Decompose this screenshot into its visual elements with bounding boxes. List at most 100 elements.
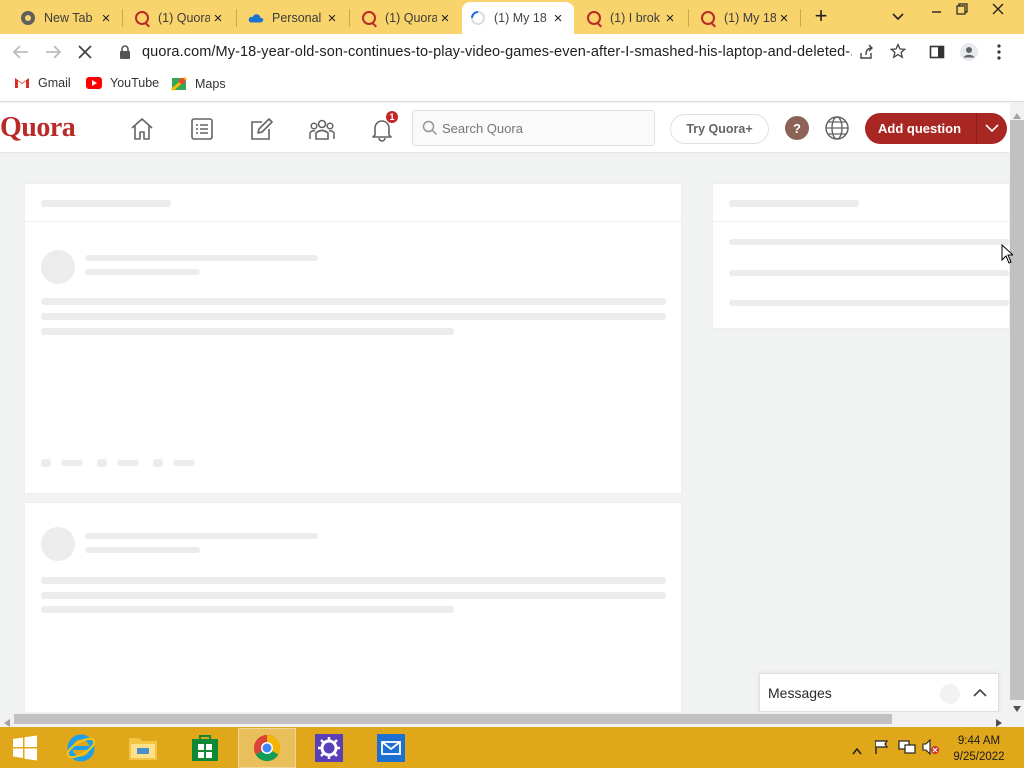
skeleton-line (173, 460, 195, 466)
quora-favicon (700, 10, 716, 26)
tab-close-icon[interactable]: × (437, 10, 453, 27)
tray-chevron-up-icon[interactable] (852, 743, 862, 758)
skeleton-line (117, 460, 139, 466)
browser-toolbar: quora.com/My-18-year-old-son-continues-t… (0, 34, 1024, 70)
tab-title: Personal (272, 11, 322, 25)
tab-close-icon[interactable]: × (776, 10, 792, 27)
bookmark-maps[interactable]: Maps (171, 76, 226, 92)
add-question-label: Add question (878, 121, 962, 136)
sidebar-card-skeleton (712, 183, 1010, 329)
language-globe-icon[interactable] (824, 115, 850, 144)
control-panel-icon[interactable] (300, 728, 358, 768)
skeleton-line (61, 460, 83, 466)
answer-icon[interactable] (248, 115, 276, 143)
scroll-down-arrow-icon[interactable] (1013, 700, 1021, 715)
skeleton-line (41, 313, 666, 320)
quora-logo[interactable]: Quora (0, 112, 76, 144)
skeleton-line (41, 298, 666, 305)
minimize-icon[interactable] (930, 4, 944, 21)
skeleton-line (85, 547, 200, 553)
back-icon[interactable] (12, 43, 30, 64)
vertical-scroll-thumb[interactable] (1010, 120, 1024, 700)
horizontal-scroll-thumb[interactable] (14, 714, 892, 724)
skeleton-line (85, 255, 318, 261)
tab-close-icon[interactable]: × (98, 10, 114, 27)
bookmark-label: Gmail (38, 76, 71, 90)
tab-active-my-18[interactable]: (1) My 18 × (462, 2, 574, 34)
quora-favicon (586, 10, 602, 26)
quora-favicon (361, 10, 377, 26)
chrome-taskbar-icon[interactable] (238, 728, 296, 768)
profile-icon[interactable] (960, 43, 978, 64)
tab-close-icon[interactable]: × (210, 10, 226, 27)
bookmark-star-icon[interactable] (889, 42, 907, 62)
windows-start-icon[interactable] (0, 728, 50, 768)
address-bar[interactable]: quora.com/My-18-year-old-son-continues-t… (110, 36, 918, 68)
notification-badge: 1 (385, 110, 399, 124)
tab-title: New Tab (44, 11, 93, 25)
action-center-flag-icon[interactable] (874, 739, 890, 758)
store-icon[interactable] (176, 728, 234, 768)
skeleton-line (85, 269, 200, 275)
skeleton-line (41, 459, 51, 467)
add-question-button[interactable]: Add question (865, 113, 1007, 144)
system-clock[interactable]: 9:44 AM 9/25/2022 (944, 733, 1014, 765)
restore-icon[interactable] (955, 2, 969, 19)
tab-quora-1[interactable]: (1) Quora × (126, 4, 234, 32)
url-text[interactable]: quora.com/My-18-year-old-son-continues-t… (142, 44, 852, 60)
tab-i-broke[interactable]: (1) I brok × (578, 4, 686, 32)
tab-close-icon[interactable]: × (324, 10, 340, 27)
bookmark-gmail[interactable]: Gmail (14, 76, 71, 90)
tab-close-icon[interactable]: × (550, 10, 566, 27)
following-icon[interactable] (188, 115, 216, 143)
tab-my-18-2[interactable]: (1) My 18 × (692, 4, 800, 32)
stop-loading-icon[interactable] (76, 43, 94, 64)
search-input[interactable] (442, 120, 642, 136)
forward-icon[interactable] (44, 43, 62, 64)
loading-favicon (470, 10, 486, 26)
share-icon[interactable] (858, 44, 874, 63)
tab-search-icon[interactable] (890, 8, 906, 27)
tab-title: (1) My 18 (724, 11, 776, 25)
skeleton-line (41, 328, 454, 335)
tab-quora-2[interactable]: (1) Quora × (353, 4, 461, 32)
internet-explorer-icon[interactable] (52, 728, 110, 768)
try-quora-plus-button[interactable]: Try Quora+ (670, 114, 769, 144)
bookmarks-bar: Gmail YouTube Maps (0, 70, 1024, 102)
skeleton-line (729, 200, 859, 207)
skeleton-line (729, 270, 1009, 276)
bookmark-label: Maps (195, 77, 226, 91)
skeleton-line (85, 533, 318, 539)
volume-muted-icon[interactable] (922, 738, 940, 758)
tab-strip: New Tab × (1) Quora × Personal × (1) Quo… (0, 0, 1024, 34)
skeleton-line (729, 300, 1009, 306)
new-tab-button[interactable]: + (810, 5, 832, 28)
home-icon[interactable] (128, 115, 156, 143)
tab-title: (1) My 18 (494, 11, 547, 25)
clock-date: 9/25/2022 (953, 751, 1005, 763)
tab-new-tab[interactable]: New Tab × (12, 4, 122, 32)
spaces-icon[interactable] (308, 115, 336, 143)
side-panel-icon[interactable] (929, 44, 945, 63)
gmail-icon (14, 77, 30, 89)
tab-personal[interactable]: Personal × (240, 4, 348, 32)
skeleton-line (41, 200, 171, 207)
messages-avatar (940, 684, 960, 704)
chevron-up-icon[interactable] (972, 685, 988, 704)
chevron-down-icon[interactable] (983, 119, 1001, 140)
browser-menu-icon[interactable] (996, 43, 1002, 64)
network-icon[interactable] (898, 739, 916, 758)
windows-taskbar (0, 727, 1024, 768)
close-icon[interactable] (991, 2, 1005, 19)
tab-close-icon[interactable]: × (662, 10, 678, 27)
lock-icon[interactable] (118, 44, 132, 63)
bookmark-youtube[interactable]: YouTube (86, 76, 159, 90)
help-icon[interactable]: ? (785, 116, 809, 140)
skeleton-line (41, 577, 666, 584)
messages-panel[interactable]: Messages (759, 673, 999, 712)
search-box[interactable] (412, 110, 655, 146)
mail-icon[interactable] (362, 728, 420, 768)
file-explorer-icon[interactable] (114, 728, 172, 768)
maps-icon (171, 76, 187, 92)
answer-card-skeleton (24, 502, 682, 717)
